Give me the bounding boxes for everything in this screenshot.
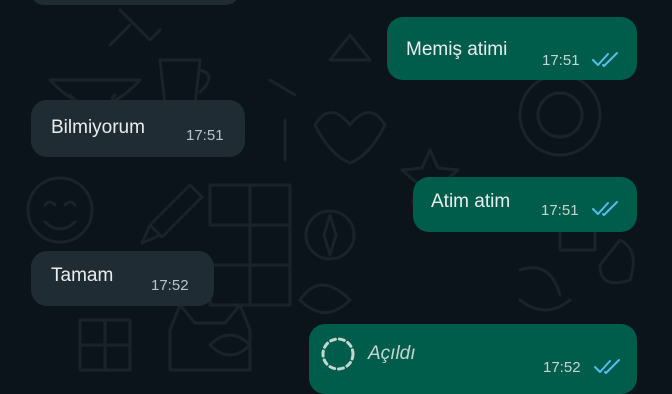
message-time: 17:52 [543, 359, 581, 376]
message-time: 17:51 [186, 127, 224, 144]
message-text: Tamam [51, 265, 114, 286]
message-time: 17:51 [542, 52, 580, 69]
outgoing-message[interactable]: Atim atim 17:51 [413, 177, 637, 232]
message-time: 17:51 [541, 202, 579, 219]
message-text: Memiş atimi [406, 39, 508, 60]
view-once-opened-icon [321, 337, 355, 371]
read-receipt-icon [592, 52, 618, 67]
incoming-message[interactable]: Tamam 17:52 [31, 251, 214, 306]
outgoing-view-once-message[interactable]: Açıldı 17:52 [309, 324, 637, 394]
message-time: 17:52 [151, 277, 189, 294]
outgoing-message[interactable]: Memiş atimi 17:51 [387, 17, 637, 80]
message-text: Atim atim [431, 191, 511, 212]
read-receipt-icon [594, 359, 620, 374]
view-once-label: Açıldı [368, 343, 416, 364]
message-text: Bilmiyorum [51, 117, 145, 138]
incoming-message[interactable]: Bilmiyorum 17:51 [31, 100, 245, 157]
read-receipt-icon [592, 201, 618, 216]
